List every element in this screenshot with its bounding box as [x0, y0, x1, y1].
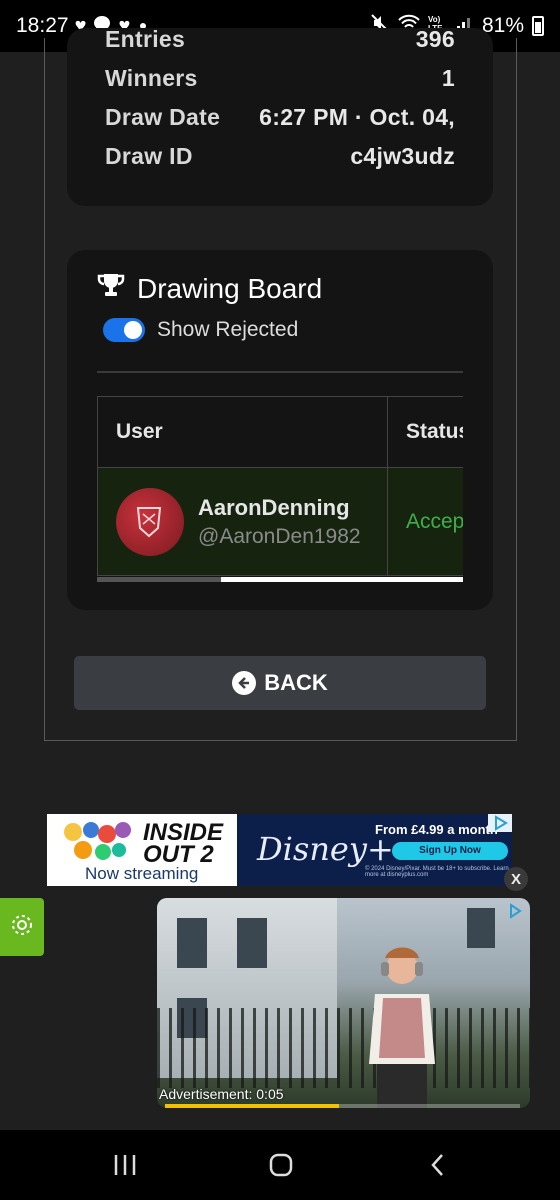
stat-label: Draw ID [105, 143, 193, 169]
battery-icon [532, 16, 544, 36]
stat-label: Entries [105, 28, 186, 52]
status-time: 18:27 [16, 14, 69, 37]
entries-table-scroll[interactable]: User Status AaronDenning @AaronDen1982 [97, 396, 463, 582]
video-ad[interactable]: Advertisement: 0:05 [157, 898, 530, 1108]
divider [97, 371, 463, 373]
stat-value: 6:27 PM · Oct. 04, [259, 104, 455, 130]
video-background [237, 918, 267, 968]
advertisement-timer: Advertisement: 0:05 [159, 1086, 284, 1102]
scrollbar-thumb[interactable] [97, 577, 222, 582]
banner-subtitle: Now streaming [85, 864, 199, 883]
settings-side-tab[interactable] [0, 898, 44, 956]
home-icon [269, 1153, 293, 1177]
stat-row-draw-date: Draw Date 6:27 PM · Oct. 04, [105, 104, 455, 131]
show-rejected-toggle[interactable] [103, 318, 145, 342]
stat-label: Winners [105, 65, 198, 91]
table-row[interactable]: AaronDenning @AaronDen1982 Accepted [97, 467, 463, 576]
column-header-user[interactable]: User [97, 396, 388, 468]
back-button[interactable]: BACK [74, 656, 486, 710]
banner-ad[interactable]: INSIDE OUT 2 Now streaming Disney+ From … [47, 814, 512, 886]
user-name[interactable]: AaronDenning [198, 495, 361, 521]
banner-ad-artwork: INSIDE OUT 2 Now streaming [47, 814, 237, 886]
video-progress-fill [165, 1104, 339, 1108]
banner-title: INSIDE OUT 2 [143, 819, 224, 868]
drawing-stats-card: Entries 396 Winners 1 Draw Date 6:27 PM … [67, 28, 493, 206]
chevron-left-icon [431, 1154, 443, 1176]
banner-cta-button[interactable]: Sign Up Now [392, 842, 508, 860]
column-header-status[interactable]: Status [387, 396, 463, 468]
recent-apps-button[interactable] [85, 1130, 165, 1200]
board-header: Drawing Board [97, 272, 322, 305]
stat-label: Draw Date [105, 104, 221, 130]
show-rejected-label: Show Rejected [157, 318, 299, 341]
entries-table: User Status AaronDenning @AaronDen1982 [97, 396, 463, 576]
arrow-left-circle-icon [232, 671, 257, 695]
inside-out-characters-image [64, 822, 131, 860]
stat-row-draw-id: Draw ID c4jw3udz [105, 143, 455, 170]
status-cell: Accepted [387, 467, 463, 576]
video-progress-bar [165, 1104, 520, 1108]
table-header-row: User Status [97, 396, 463, 468]
video-background [177, 918, 207, 968]
banner-price: From £4.99 a month [375, 822, 498, 837]
trophy-icon [97, 272, 125, 305]
recent-apps-icon [114, 1155, 136, 1175]
stat-value: c4jw3udz [350, 143, 455, 169]
gear-icon [10, 913, 34, 942]
home-button[interactable] [241, 1130, 321, 1200]
show-rejected-row: Show Rejected [103, 318, 298, 342]
horizontal-scrollbar[interactable] [97, 577, 463, 582]
video-background [467, 908, 495, 948]
avatar[interactable] [116, 487, 184, 556]
back-button-label: BACK [264, 670, 328, 695]
user-cell: AaronDenning @AaronDen1982 [97, 467, 388, 576]
drawing-board-card: Drawing Board Show Rejected User Status [67, 250, 493, 610]
stat-row-entries: Entries 396 [105, 28, 455, 53]
stat-value: 1 [441, 65, 455, 91]
android-nav-bar [0, 1130, 560, 1200]
back-nav-button[interactable] [398, 1130, 478, 1200]
user-handle: @AaronDen1982 [198, 524, 361, 548]
video-person-image [369, 947, 435, 1108]
board-title: Drawing Board [137, 272, 323, 304]
banner-fine-print: © 2024 Disney/Pixar. Must be 18+ to subs… [365, 866, 509, 878]
video-fence [157, 1008, 530, 1088]
stat-value: 396 [415, 28, 455, 52]
stat-row-winners: Winners 1 [105, 65, 455, 92]
svg-text:Vo): Vo) [428, 15, 441, 24]
banner-brand: Disney+ [257, 830, 394, 868]
adchoices-icon[interactable] [506, 902, 524, 920]
adchoices-icon[interactable] [488, 814, 512, 832]
close-ad-button[interactable]: X [504, 867, 528, 891]
